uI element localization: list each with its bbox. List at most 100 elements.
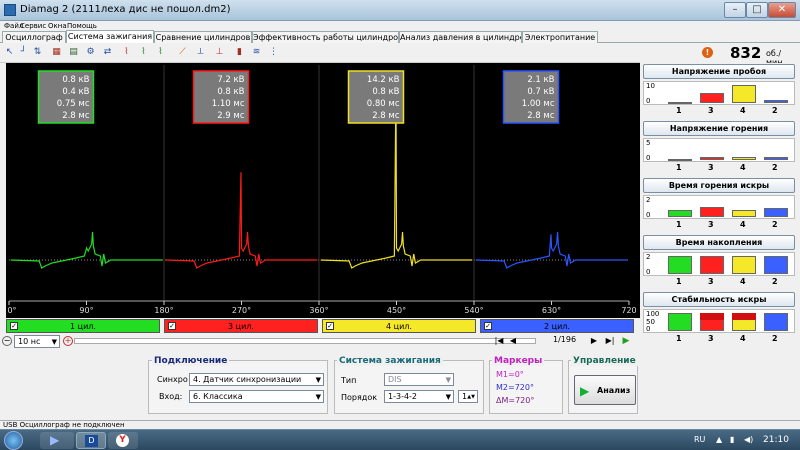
bar-label: 3 — [708, 163, 714, 172]
tab-ignition-system[interactable]: Система зажигания — [66, 30, 154, 43]
ignition-title: Система зажигания — [337, 356, 443, 366]
zoom-icon[interactable]: ⇅ — [31, 46, 44, 59]
cursor-icon[interactable]: ↖ — [3, 46, 16, 59]
rpm-area: ! 832 об./мин. — [640, 43, 800, 67]
cylinder-toggle-2[interactable]: ✓ 3 цил. — [164, 319, 318, 333]
bar-label: 3 — [708, 220, 714, 229]
stat-bar — [668, 210, 692, 217]
x-tick-label: 180° — [154, 306, 173, 315]
stat-panel-chart: 10 0 — [643, 81, 795, 105]
marker-m2: M2=720° — [496, 383, 534, 392]
bar-label: 2 — [772, 334, 778, 343]
tab-pressure-analysis[interactable]: Анализ давления в цилиндре — [399, 31, 522, 43]
play-icon[interactable]: ▶ — [620, 336, 632, 346]
bar-label: 4 — [740, 163, 746, 172]
sync-select[interactable]: 4. Датчик синхронизации ▼ — [189, 373, 324, 386]
tray-arrow-icon[interactable]: ▲ — [716, 435, 722, 444]
tab-cylinder-compare[interactable]: Сравнение цилиндров — [154, 31, 252, 43]
wave3-icon[interactable]: ⌇ — [154, 46, 167, 59]
first-frame-icon[interactable]: |◀ — [493, 336, 505, 346]
maximize-button[interactable]: □ — [746, 2, 768, 18]
taskbar-diamag-app[interactable]: D — [76, 432, 106, 449]
scroll-track[interactable] — [74, 338, 536, 344]
x-tick-label: 450° — [387, 306, 406, 315]
play-icon: ▶ — [580, 384, 590, 398]
stat-bar — [764, 313, 788, 331]
grid-icon[interactable]: ▦ — [50, 46, 63, 59]
cylinder-label: 1 цил. — [70, 322, 96, 331]
trace-cyl-2 — [165, 172, 318, 269]
wave2-icon[interactable]: ⌇ — [137, 46, 150, 59]
media-icon: ▶ — [50, 433, 60, 447]
single-shot-icon[interactable]: ⟂ — [194, 46, 207, 59]
x-tick-label: 630° — [542, 306, 561, 315]
bar-label: 1 — [676, 277, 682, 286]
analyze-button[interactable]: ▶ Анализ — [574, 375, 636, 405]
zoom-out-icon[interactable]: − — [2, 336, 12, 346]
language-indicator[interactable]: RU — [694, 435, 705, 444]
stat-bar — [700, 157, 724, 160]
tab-cylinder-efficiency[interactable]: Эффективность работы цилиндров — [252, 31, 399, 43]
sync-value: 4. Датчик синхронизации — [193, 375, 302, 384]
stat-bar — [732, 85, 756, 103]
markers-icon[interactable]: ┘ — [17, 46, 30, 59]
readout-box: 2.1 кВ 0.7 кВ 1.00 мс 2.8 мс — [502, 70, 560, 124]
toolbar: ↖ ┘ ⇅ ▦ ▤ ⚙ ⇄ ⌇ ⌇ ⌇ ⟋ ⟂ ⊥ ▮ ≋ ⋮ — [0, 43, 640, 63]
input-select[interactable]: 6. Классика ▼ — [189, 390, 324, 403]
stat-panel-chart: 100 50 0 — [643, 309, 795, 333]
readout-value: 2.8 мс — [62, 111, 90, 121]
histogram-icon[interactable]: ▮ — [233, 46, 246, 59]
stat-bar — [732, 157, 756, 160]
bar-label: 1 — [676, 334, 682, 343]
timebase-select[interactable]: 10 нс ▼ — [14, 335, 60, 348]
prev-frame-icon[interactable]: ◀ — [508, 336, 518, 346]
network-icon[interactable]: ▮ — [730, 435, 734, 444]
oscilloscope-view[interactable]: 0° 90° 180° 270° 360° 450° 540° 630° 720 0.8 кВ 0.… — [0, 63, 640, 318]
taskbar-media-app[interactable]: ▶ — [40, 432, 74, 449]
bar-label: 4 — [740, 277, 746, 286]
y-tick-label: 0 — [646, 154, 651, 162]
wave-icon[interactable]: ⌇ — [120, 46, 133, 59]
marker-icon[interactable]: ⊥ — [213, 46, 226, 59]
type-label: Тип — [341, 376, 357, 385]
table-icon[interactable]: ▤ — [67, 46, 80, 59]
next-frame-icon[interactable]: ▶ — [589, 336, 599, 346]
bar-label: 3 — [708, 334, 714, 343]
type-select[interactable]: DIS ▼ — [384, 373, 454, 386]
close-button[interactable]: ✕ — [768, 2, 796, 18]
readout-value: 14.2 кВ — [367, 75, 400, 85]
stat-bar — [700, 207, 724, 217]
start-button[interactable] — [4, 431, 23, 450]
stat-panel-title: Стабильность искры — [643, 292, 795, 307]
clock[interactable]: 21:10 — [763, 435, 789, 445]
frame-counter: 1/196 — [553, 335, 577, 344]
settings-icon[interactable]: ⚙ — [84, 46, 97, 59]
last-frame-icon[interactable]: ▶| — [604, 336, 616, 346]
tab-power-supply[interactable]: Электропитание — [522, 31, 598, 43]
markers-title: Маркеры — [492, 356, 545, 366]
readout-value: 2.1 кВ — [527, 75, 554, 85]
readout-value: 2.8 мс — [372, 111, 400, 121]
stat-bar-unstable — [700, 313, 724, 320]
taskbar-browser-app[interactable]: Y — [108, 432, 138, 449]
cylinder-toggle-4[interactable]: ✓ 2 цил. — [480, 319, 634, 333]
zoom-in-icon[interactable]: + — [63, 336, 73, 346]
bars-icon[interactable]: ≋ — [250, 46, 263, 59]
tab-oscilloscope[interactable]: Осциллограф — [2, 31, 66, 43]
readout-box: 14.2 кВ 0.8 кВ 0.80 мс 2.8 мс — [347, 70, 405, 124]
wave4-icon[interactable]: ⟋ — [176, 46, 189, 59]
export-icon[interactable]: ⇄ — [101, 46, 114, 59]
stat-bar — [732, 209, 756, 217]
order-select[interactable]: 1-3-4-2 ▼ — [384, 390, 454, 403]
readout-box: 7.2 кВ 0.8 кВ 1.10 мс 2.9 мс — [192, 70, 250, 124]
filter-icon[interactable]: ⋮ — [267, 46, 280, 59]
cylinder-toggle-1[interactable]: ✓ 1 цил. — [6, 319, 160, 333]
minimize-button[interactable]: – — [724, 2, 746, 18]
order-stepper[interactable]: 1 ▲▼ — [458, 390, 478, 403]
y-tick-label: 2 — [646, 196, 651, 204]
chevron-down-icon: ▼ — [315, 376, 321, 384]
volume-icon[interactable]: ◀) — [744, 435, 753, 444]
x-tick-label: 720 — [621, 306, 636, 315]
cylinder-toggle-3[interactable]: ✓ 4 цил. — [322, 319, 476, 333]
stat-bar — [700, 93, 724, 103]
